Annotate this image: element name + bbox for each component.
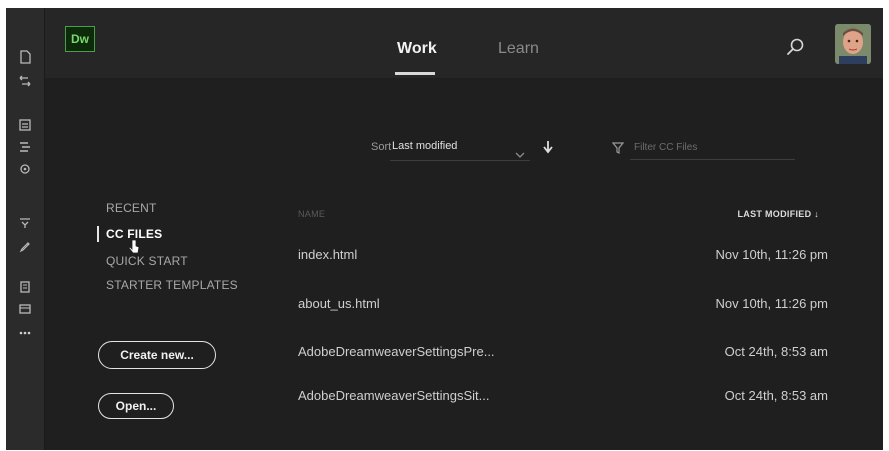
open-button[interactable]: Open... [98, 393, 174, 419]
column-header-name[interactable]: NAME [298, 209, 325, 219]
table-row[interactable]: AdobeDreamweaverSettingsSit... Oct 24th,… [295, 380, 835, 414]
assets-icon[interactable] [14, 300, 36, 318]
active-tab-indicator [395, 72, 435, 75]
avatar[interactable] [835, 24, 871, 64]
filter-input[interactable] [630, 136, 795, 160]
screenshot-frame: Dw Work Learn Sort Last modified Filter … [0, 0, 889, 451]
file-modified: Nov 10th, 11:26 pm [715, 247, 829, 262]
files-panel-icon[interactable] [14, 116, 36, 134]
file-name: AdobeDreamweaverSettingsSit... [298, 388, 490, 403]
table-row[interactable]: AdobeDreamweaverSettingsPre... Oct 24th,… [295, 336, 835, 370]
css-designer-icon[interactable] [14, 160, 36, 178]
nav-item-quick-start[interactable]: QUICK START [106, 254, 188, 268]
file-name: about_us.html [298, 296, 380, 311]
nav-item-recent[interactable]: RECENT [106, 201, 157, 215]
filter-icon [611, 141, 625, 159]
file-modified: Oct 24th, 8:53 am [724, 344, 828, 359]
snippets-icon[interactable] [14, 214, 36, 232]
nav-active-indicator [97, 226, 99, 242]
table-row[interactable]: about_us.html Nov 10th, 11:26 pm [295, 288, 835, 322]
app-header: Dw Work Learn [45, 8, 883, 78]
file-icon[interactable] [14, 48, 36, 66]
nav-item-starter-templates[interactable]: STARTER TEMPLATES [106, 278, 238, 292]
dom-icon[interactable] [14, 278, 36, 296]
create-new-button[interactable]: Create new... [98, 341, 216, 369]
sort-dropdown[interactable]: Last modified [390, 136, 530, 161]
sort-label: Sort [371, 141, 392, 153]
left-toolbar [6, 8, 45, 450]
more-icon[interactable] [14, 324, 36, 342]
table-row[interactable]: index.html Nov 10th, 11:26 pm [295, 239, 835, 273]
pen-icon[interactable] [14, 238, 36, 256]
insert-icon[interactable] [14, 138, 36, 156]
sort-direction-arrow-icon[interactable] [541, 139, 555, 155]
chevron-down-icon [515, 145, 525, 163]
file-name: AdobeDreamweaverSettingsPre... [298, 344, 495, 359]
file-name: index.html [298, 247, 358, 262]
search-icon[interactable] [785, 36, 807, 58]
file-modified: Oct 24th, 8:53 am [724, 388, 828, 403]
mouse-cursor-icon [128, 239, 140, 260]
start-screen: Dw Work Learn Sort Last modified Filter … [45, 8, 883, 450]
tab-work[interactable]: Work [397, 40, 437, 58]
tab-learn[interactable]: Learn [498, 40, 539, 58]
file-modified: Nov 10th, 11:26 pm [715, 296, 829, 311]
dreamweaver-logo: Dw [65, 26, 95, 52]
column-header-last-modified[interactable]: LAST MODIFIED ↓ [738, 209, 820, 219]
sort-value: Last modified [392, 140, 458, 152]
code-arrows-icon[interactable] [14, 72, 36, 90]
